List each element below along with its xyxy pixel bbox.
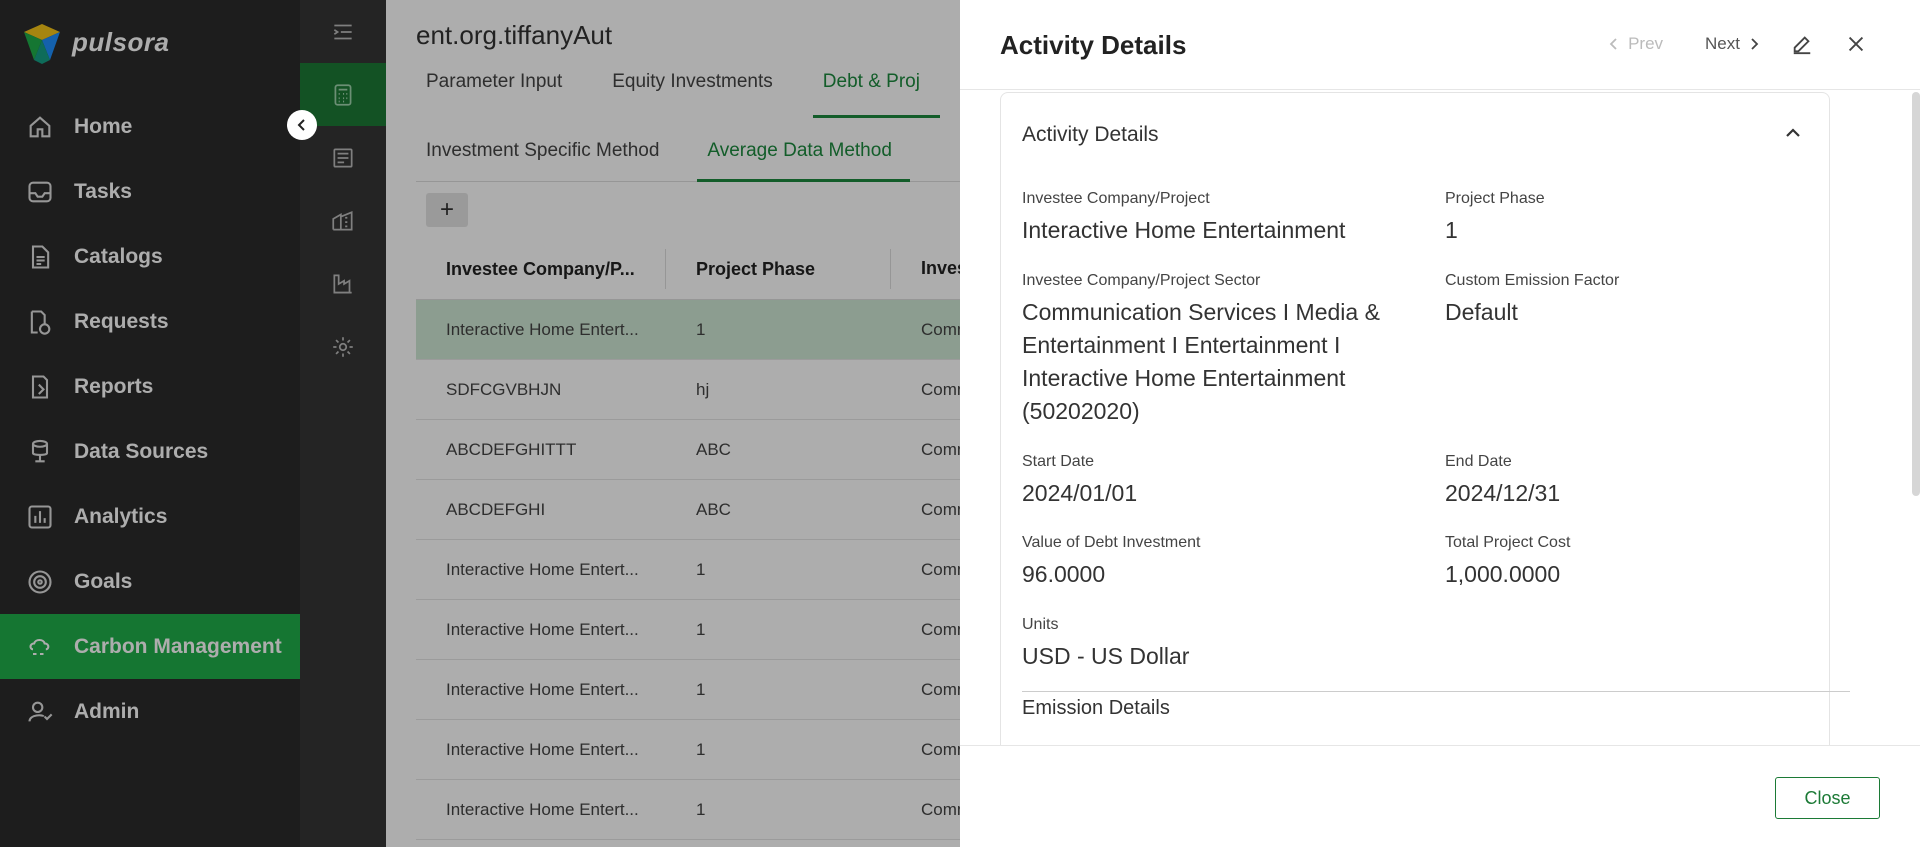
chevron-left-icon — [1609, 38, 1617, 50]
field-label: Investee Company/Project Sector — [1022, 272, 1261, 289]
field-value: 1,000.0000 — [1445, 561, 1561, 587]
close-icon — [1848, 36, 1864, 52]
collapse-sidebar-button[interactable] — [287, 110, 317, 140]
drawer-controls: Prev Next — [1606, 30, 1870, 58]
field-value: USD - US Dollar — [1022, 643, 1190, 669]
field-value: 1 — [1445, 217, 1458, 243]
field-label: End Date — [1445, 453, 1512, 470]
field-value: 96.0000 — [1022, 561, 1106, 587]
field-start-date: Start Date 2024/01/01 — [1022, 453, 1422, 510]
field-label: Units — [1022, 616, 1059, 633]
close-button[interactable]: Close — [1775, 777, 1880, 819]
field-label: Project Phase — [1445, 190, 1545, 207]
drawer-body[interactable]: Activity Details Investee Company/Projec… — [1000, 92, 1870, 745]
activity-details-drawer: Activity Details Prev Next Activity Deta… — [960, 0, 1920, 847]
field-label: Investee Company/Project — [1022, 190, 1210, 207]
field-label: Total Project Cost — [1445, 534, 1571, 551]
drawer-scrollbar[interactable] — [1912, 92, 1920, 496]
next-label: Next — [1705, 34, 1740, 53]
section-divider — [1022, 691, 1850, 692]
field-debt-investment: Value of Debt Investment 96.0000 — [1022, 534, 1422, 591]
field-value: 2024/12/31 — [1445, 480, 1561, 506]
field-custom-emission-factor: Custom Emission Factor Default — [1445, 272, 1825, 329]
chevron-up-icon[interactable] — [1781, 121, 1805, 145]
field-project-phase: Project Phase 1 — [1445, 190, 1825, 247]
field-label: Start Date — [1022, 453, 1095, 470]
field-units: Units USD - US Dollar — [1022, 616, 1422, 673]
field-value: Interactive Home Entertainment — [1022, 217, 1346, 243]
section-title: Activity Details — [1022, 123, 1159, 146]
activity-details-card: Activity Details Investee Company/Projec… — [1000, 92, 1850, 745]
field-sector: Investee Company/Project Sector Communic… — [1022, 272, 1402, 428]
field-value: Communication Services I Media & Enterta… — [1022, 299, 1380, 424]
field-label: Value of Debt Investment — [1022, 534, 1201, 551]
pencil-icon — [1793, 36, 1811, 55]
drawer-title: Activity Details — [1000, 30, 1187, 60]
close-drawer-button[interactable] — [1842, 30, 1870, 58]
chevron-right-icon — [1751, 38, 1759, 50]
prev-button[interactable]: Prev — [1606, 34, 1663, 54]
drawer-header: Activity Details Prev Next — [960, 0, 1920, 90]
next-button[interactable]: Next — [1705, 34, 1762, 54]
field-end-date: End Date 2024/12/31 — [1445, 453, 1825, 510]
prev-label: Prev — [1628, 34, 1664, 53]
field-total-project-cost: Total Project Cost 1,000.0000 — [1445, 534, 1825, 591]
field-value: 2024/01/01 — [1022, 480, 1138, 506]
field-value: Default — [1445, 299, 1518, 325]
edit-button[interactable] — [1788, 30, 1816, 58]
chevron-left-icon — [297, 119, 305, 131]
field-label: Custom Emission Factor — [1445, 272, 1620, 289]
emission-details-title[interactable]: Emission Details — [1022, 697, 1170, 720]
drawer-footer: Close — [960, 745, 1920, 847]
field-investee: Investee Company/Project Interactive Hom… — [1022, 190, 1422, 247]
